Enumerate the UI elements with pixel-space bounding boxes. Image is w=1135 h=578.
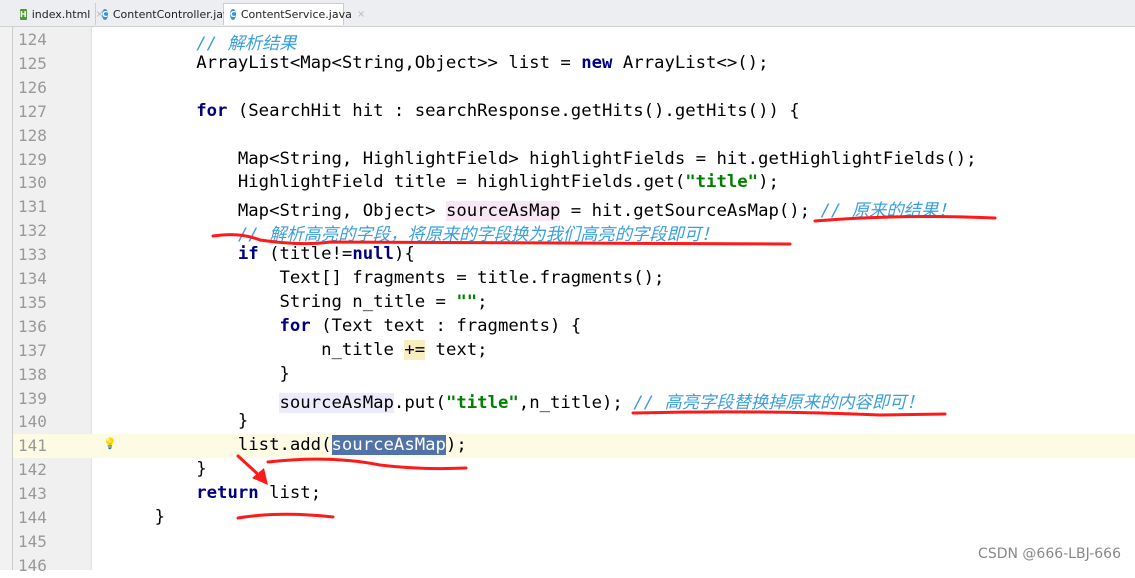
underline-comment-131 xyxy=(813,215,997,223)
watermark: CSDN @666-LBJ-666 xyxy=(978,546,1121,562)
annotations xyxy=(211,215,997,520)
underline-list-add xyxy=(266,457,468,471)
underline-comment-132 xyxy=(211,233,792,246)
underline-return xyxy=(236,512,335,520)
underline-comment-139 xyxy=(631,410,947,417)
